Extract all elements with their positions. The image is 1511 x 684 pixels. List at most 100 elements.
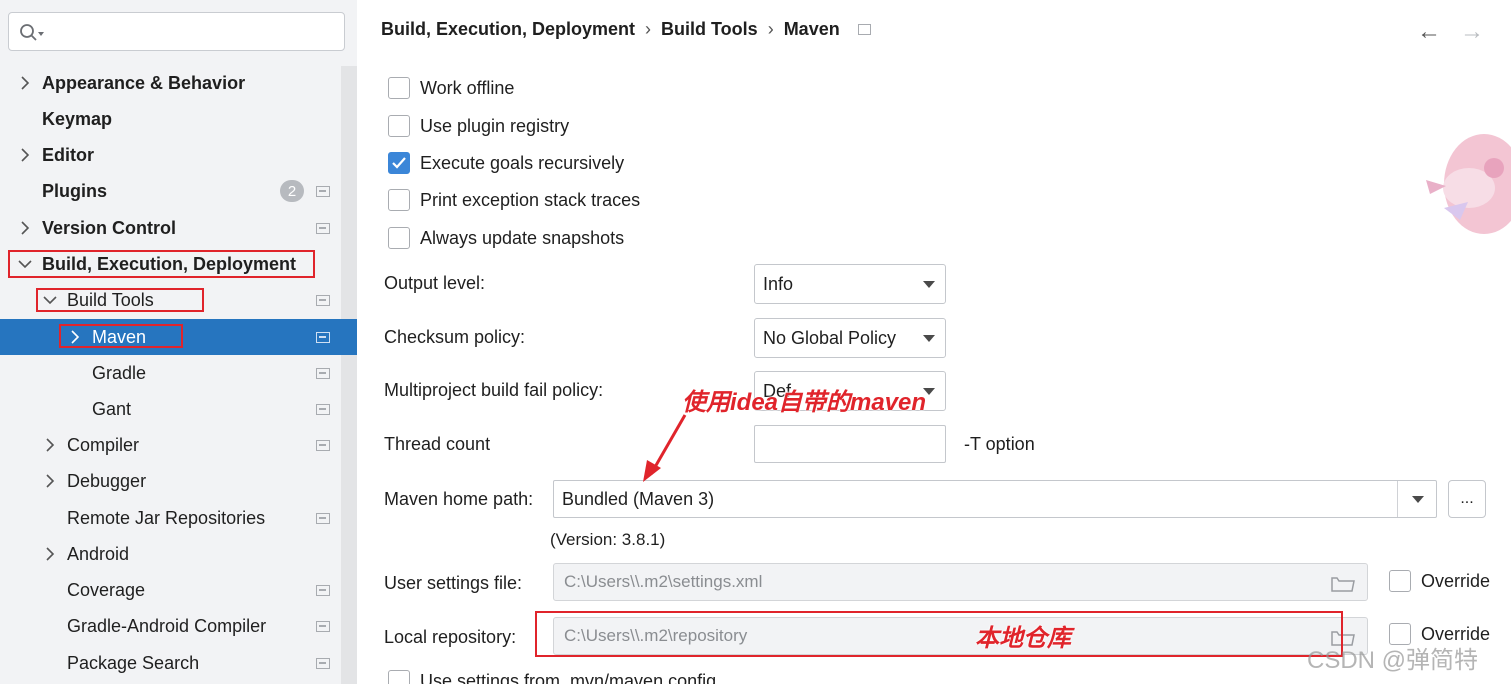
browse-maven-home-button[interactable]: ... [1448,480,1486,518]
checksum-policy-select[interactable]: No Global Policy [754,318,946,358]
checkbox[interactable] [388,77,410,99]
use-plugin-registry-checkbox[interactable]: Use plugin registry [388,113,569,139]
sidebar-item-label: Debugger [67,470,147,491]
project-settings-icon [316,223,330,234]
checkbox[interactable] [388,189,410,211]
output-level-select[interactable]: Info [754,264,946,304]
sidebar-item-build-execution-deployment[interactable]: Build, Execution, Deployment [0,246,341,282]
checkbox[interactable] [388,227,410,249]
chevron-right-icon[interactable] [43,438,57,452]
sidebar-item-label: Keymap [42,108,113,129]
user-settings-file-label: User settings file: [384,573,523,593]
combo-divider [1397,481,1398,517]
checkbox[interactable] [388,152,410,174]
select-value: No Global Policy [763,327,897,348]
work-offline-checkbox[interactable]: Work offline [388,75,514,101]
checkbox-label: Use plugin registry [420,115,570,136]
print-exception-stack-traces-checkbox[interactable]: Print exception stack traces [388,187,640,213]
sidebar-item-version-control[interactable]: Version Control [0,210,341,246]
annotation-arrow-icon [643,414,687,482]
project-settings-icon [316,440,330,451]
local-repository-label: Local repository: [384,627,517,647]
sidebar-item-label: Compiler [67,434,140,455]
annotation-bundled-maven: 使用idea自带的maven [682,389,927,416]
sidebar-item-label: Editor [42,144,94,165]
plugins-update-badge: 2 [280,180,304,202]
fail-policy-label: Multiproject build fail policy: [384,380,604,400]
project-settings-icon [316,621,330,632]
user-settings-file-input[interactable]: C:\Users\\.m2\settings.xml [553,563,1368,601]
sidebar-item-label: Gradle-Android Compiler [67,615,267,636]
checkbox-label: Use settings from .mvn/maven.config [420,670,717,684]
sidebar-item-editor[interactable]: Editor [0,137,341,173]
use-maven-config-checkbox[interactable]: Use settings from .mvn/maven.config [388,668,716,684]
sidebar-item-coverage[interactable]: Coverage [0,572,341,608]
folder-icon[interactable] [1331,575,1355,593]
sidebar-item-appearance-behavior[interactable]: Appearance & Behavior [0,65,341,101]
select-value: Bundled (Maven 3) [562,488,715,509]
back-arrow-icon[interactable]: ← [1417,18,1441,46]
search-icon [20,24,44,41]
project-settings-icon [316,332,330,343]
checkbox[interactable] [388,115,410,137]
sidebar-item-plugins[interactable]: Plugins 2 [0,173,341,209]
t-option-label: -T option [964,434,1035,454]
chevron-right-icon: › [645,19,652,39]
project-settings-icon [316,368,330,379]
sidebar-item-android[interactable]: Android [0,536,341,572]
sidebar-item-remote-jar-repositories[interactable]: Remote Jar Repositories [0,500,341,536]
project-settings-icon [316,404,330,415]
settings-search-input[interactable] [8,12,345,51]
checkbox[interactable] [1389,570,1411,592]
breadcrumb-item[interactable]: Build Tools [661,19,758,40]
sidebar-item-label: Appearance & Behavior [42,72,246,93]
dropdown-arrow-icon [923,281,935,288]
sidebar-scrollbar[interactable] [341,66,357,684]
maven-home-path-label: Maven home path: [384,489,534,509]
breadcrumb-item: Maven [783,19,840,39]
checkbox-label: Execute goals recursively [420,152,625,173]
breadcrumb-item[interactable]: Build, Execution, Deployment [381,19,635,40]
checkmark-icon [392,157,406,169]
csdn-watermark: CSDN @弹简特 [1307,647,1479,674]
sidebar-item-gradle-android-compiler[interactable]: Gradle-Android Compiler [0,608,341,644]
field-value: C:\Users\\.m2\settings.xml [564,572,763,591]
sidebar-item-package-search[interactable]: Package Search [0,645,341,681]
dropdown-arrow-icon [923,335,935,342]
sidebar-item-gant[interactable]: Gant [0,391,341,427]
sidebar-item-compiler[interactable]: Compiler [0,427,341,463]
thread-count-label: Thread count [384,434,491,454]
sidebar-item-label: Build, Execution, Deployment [42,253,297,274]
sidebar-item-label: Version Control [42,217,177,238]
sidebar-item-gradle[interactable]: Gradle [0,355,341,391]
project-settings-icon [316,658,330,669]
settings-sidebar: Appearance & Behavior Keymap Editor Plug… [0,0,357,684]
chevron-right-icon[interactable] [43,474,57,488]
checkbox-label: Override [1421,570,1491,591]
chevron-down-icon[interactable] [18,257,32,271]
maven-home-path-select[interactable]: Bundled (Maven 3) [553,480,1437,518]
chevron-right-icon[interactable] [18,148,32,162]
chevron-right-icon[interactable] [68,330,82,344]
sidebar-item-label: Build Tools [67,289,154,310]
chevron-down-icon[interactable] [43,293,57,307]
always-update-snapshots-checkbox[interactable]: Always update snapshots [388,225,624,251]
project-settings-icon [316,186,330,197]
project-settings-icon [857,24,871,35]
chevron-right-icon[interactable] [18,221,32,235]
execute-goals-recursively-checkbox[interactable]: Execute goals recursively [388,150,624,176]
thread-count-input[interactable] [754,425,946,463]
checkbox[interactable] [388,670,410,684]
chevron-right-icon[interactable] [43,547,57,561]
local-repository-input[interactable]: C:\Users\\.m2\repository [553,617,1368,655]
sidebar-item-keymap[interactable]: Keymap [0,101,341,137]
user-settings-override-checkbox[interactable]: Override [1389,570,1490,592]
mascot-decoration-icon [1426,134,1511,234]
sidebar-item-build-tools[interactable]: Build Tools [0,282,341,318]
forward-arrow-icon[interactable]: → [1460,18,1484,46]
sidebar-item-debugger[interactable]: Debugger [0,463,341,499]
checksum-policy-label: Checksum policy: [384,327,526,347]
chevron-right-icon[interactable] [18,76,32,90]
annotation-local-repo: 本地仓库 [975,625,1071,652]
sidebar-item-maven[interactable]: Maven [0,319,357,355]
